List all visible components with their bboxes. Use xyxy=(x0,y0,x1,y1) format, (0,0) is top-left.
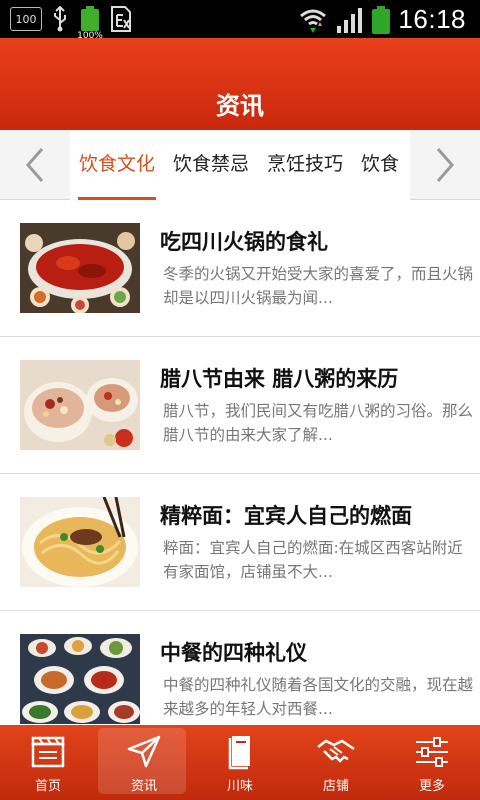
article-item[interactable]: 吃四川火锅的食礼 冬季的火锅又开始受大家的喜爱了，而且火锅却是以四川火锅最为闻.… xyxy=(0,200,480,337)
article-title: 精粹面：宜宾人自己的燃面 xyxy=(160,504,412,528)
article-summary: 粹面：宜宾人自己的燃面:在城区西客站附近有家面馆，店铺虽不大... xyxy=(163,539,463,581)
nav-home-label: 首页 xyxy=(34,779,61,794)
article-summary: 中餐的四种礼仪随着各国文化的交融，现在越来越多的年轻人对西餐... xyxy=(163,676,474,718)
usb-icon xyxy=(54,6,66,32)
status-right-icons: 16:18 xyxy=(298,4,466,35)
chevron-left-icon xyxy=(26,148,44,182)
nav-sichuan-flavor-label: 川味 xyxy=(226,779,253,794)
nav-home[interactable]: 首页 xyxy=(0,725,96,800)
laba-porridge-photo xyxy=(20,360,140,450)
tab-pengren-jiqiao[interactable]: 烹饪技巧 xyxy=(258,130,352,200)
article-title: 吃四川火锅的食礼 xyxy=(160,230,328,254)
film-board-icon xyxy=(31,733,65,771)
tab-scroll-right-button[interactable] xyxy=(410,130,480,200)
battery-percent-badge: 100 xyxy=(10,7,42,31)
tab-yinshi-partial[interactable]: 饮食 xyxy=(352,130,408,200)
chevron-right-icon xyxy=(436,148,454,182)
sliders-icon xyxy=(414,733,450,771)
category-tabs: 饮食文化 饮食禁忌 烹饪技巧 饮食 xyxy=(0,130,480,200)
bottom-nav: 首页 资讯 川味 店铺 更多 xyxy=(0,725,480,800)
tab-yinshi-wenhua[interactable]: 饮食文化 xyxy=(70,130,164,200)
nav-more[interactable]: 更多 xyxy=(384,725,480,800)
tab-scroll-left-button[interactable] xyxy=(0,130,70,200)
status-bar: 100 100% 16:18 xyxy=(0,0,480,41)
page-title: 资讯 xyxy=(216,92,264,120)
clock: 16:18 xyxy=(398,4,466,34)
noodles-photo xyxy=(20,497,140,587)
nav-more-label: 更多 xyxy=(418,779,445,794)
article-item[interactable]: 腊八节由来 腊八粥的来历 腊八节，我们民间又有吃腊八粥的习俗。那么腊八节的由来大… xyxy=(0,337,480,474)
article-item[interactable]: 精粹面：宜宾人自己的燃面 粹面：宜宾人自己的燃面:在城区西客站附近有家面馆，店铺… xyxy=(0,474,480,611)
book-icon xyxy=(226,733,254,771)
handshake-icon xyxy=(316,733,356,771)
sim-card-icon xyxy=(111,6,131,32)
hotpot-photo xyxy=(20,223,140,313)
article-summary: 腊八节，我们民间又有吃腊八粥的习俗。那么腊八节的由来大家了解... xyxy=(163,402,474,444)
status-left-icons: 100 100% xyxy=(10,6,132,41)
wifi-icon xyxy=(300,9,327,33)
article-list: 吃四川火锅的食礼 冬季的火锅又开始受大家的喜爱了，而且火锅却是以四川火锅最为闻.… xyxy=(0,200,480,725)
tab-yinshi-jinji[interactable]: 饮食禁忌 xyxy=(164,130,258,200)
article-summary: 冬季的火锅又开始受大家的喜爱了，而且火锅却是以四川火锅最为闻... xyxy=(163,265,474,307)
nav-news[interactable]: 资讯 xyxy=(96,725,192,800)
paper-plane-icon xyxy=(126,733,162,771)
nav-stores[interactable]: 店铺 xyxy=(288,725,384,800)
battery-full-icon: 100% xyxy=(77,6,103,41)
app-header: 资讯 xyxy=(0,38,480,130)
tab-strip: 饮食文化 饮食禁忌 烹饪技巧 饮食 xyxy=(70,130,410,200)
chinese-dishes-photo xyxy=(20,634,140,724)
nav-stores-label: 店铺 xyxy=(322,779,349,794)
article-title: 腊八节由来 腊八粥的来历 xyxy=(160,367,399,391)
nav-news-label: 资讯 xyxy=(130,779,157,794)
signal-icon xyxy=(337,7,363,33)
article-item[interactable]: 中餐的四种礼仪 中餐的四种礼仪随着各国文化的交融，现在越来越多的年轻人对西餐..… xyxy=(0,611,480,725)
nav-sichuan-flavor[interactable]: 川味 xyxy=(192,725,288,800)
article-title: 中餐的四种礼仪 xyxy=(160,641,307,665)
battery-icon xyxy=(372,5,391,34)
